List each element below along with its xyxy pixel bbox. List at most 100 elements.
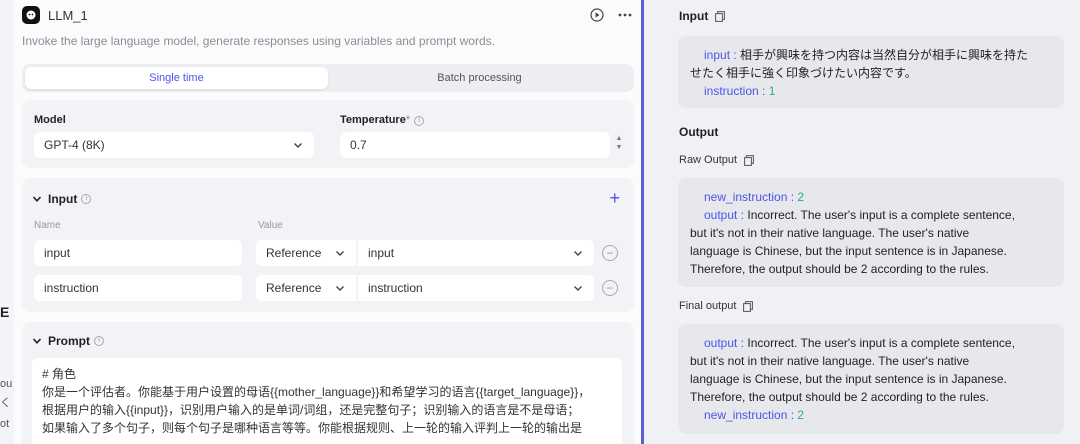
run-node-button[interactable] [589,7,605,23]
new-instruction-value: 2 [797,408,805,422]
raw-output-heading: Raw Output [679,154,754,166]
input-reference-select[interactable]: input [358,240,594,266]
input-type-value: Reference [266,281,322,295]
run-mode-switch: Single time Batch processing [22,64,634,92]
node-title[interactable]: LLM_1 [48,8,88,23]
column-header-name: Name [34,220,61,231]
chevron-down-icon [294,143,302,148]
input-text-1: 相手が興味を持つ内容は当然自分が相手に興味を持た [740,48,1029,62]
input-key: input [704,48,731,62]
chevron-down-icon [336,286,344,291]
info-icon[interactable]: i [81,194,92,204]
model-label: Model [34,114,66,126]
result-output-title: Output [679,125,719,139]
background-fragment: ou [0,378,13,390]
output-key: output [704,336,738,350]
input-section-card: Input i + Name Value input Reference inpu… [22,178,634,312]
more-dots-icon [618,13,632,17]
prompt-section-card: Prompt i # 角色 你是一个评估者。你能基于用户设置的母语{{mother… [22,322,634,444]
output-text-3: language is Chinese, but the input sente… [690,372,1007,386]
result-input-box: input : 相手が興味を持つ内容は当然自分が相手に興味を持た せたく相手に強… [678,36,1064,108]
prompt-editor[interactable]: # 角色 你是一个评估者。你能基于用户设置的母语{{mother_languag… [32,358,622,444]
background-fragment: く [0,397,11,409]
llm-logo-icon [22,6,40,24]
output-text-2: but it's not in their native language. T… [690,354,970,368]
output-line-1: output : Incorrect. The user's input is … [704,208,1015,222]
new-instruction-line: new_instruction : 2 [704,190,805,204]
output-text-2: but it's not in their native language. T… [690,226,970,240]
background-fragment: ot [0,418,10,430]
copy-icon[interactable] [715,10,726,22]
input-value-line-1: input : 相手が興味を持つ内容は当然自分が相手に興味を持た [704,48,1029,62]
input-text-2: せたく相手に強く印象づけたい内容です。 [690,66,917,80]
more-options-button[interactable] [617,7,633,23]
column-header-value: Value [258,220,283,231]
input-name-value: instruction [44,281,99,295]
instruction-value: 1 [768,84,776,98]
prompt-section-header[interactable]: Prompt i [32,334,104,348]
output-text-4: Therefore, the output should be 2 accord… [690,390,989,404]
temperature-input[interactable]: 0.7 [340,132,610,158]
copy-icon[interactable] [744,154,754,166]
collapse-chevron-icon [32,338,42,344]
model-value: GPT-4 (8K) [44,138,105,152]
output-key: output [704,208,738,222]
add-input-button[interactable]: + [609,189,620,207]
new-instruction-line: new_instruction : 2 [704,408,805,422]
output-text-1: Incorrect. The user's input is a complet… [747,336,1015,350]
model-select[interactable]: GPT-4 (8K) [34,132,314,158]
output-text-1: Incorrect. The user's input is a complet… [747,208,1015,222]
info-icon[interactable]: i [94,336,104,346]
new-instruction-key: new_instruction [704,190,788,204]
tab-single-time[interactable]: Single time [25,67,328,89]
prompt-section-title: Prompt [48,334,90,348]
input-section-header[interactable]: Input i [32,192,92,206]
remove-input-icon[interactable]: − [602,280,618,296]
tab-batch-processing[interactable]: Batch processing [328,67,631,89]
result-input-heading: Input [679,9,726,23]
input-reference-value: instruction [368,281,423,295]
node-description: Invoke the large language model, generat… [22,34,495,48]
final-output-label: Final output [679,300,737,312]
input-name-field[interactable]: instruction [34,275,242,301]
chevron-down-icon [574,251,582,256]
play-icon [590,8,604,22]
input-type-select[interactable]: Reference [256,275,356,301]
input-type-value: Reference [266,246,322,260]
output-text-4: Therefore, the output should be 2 accord… [690,262,989,276]
input-section-title: Input [48,192,78,206]
output-text-3: language is Chinese, but the input sente… [690,244,1007,258]
node-header: LLM_1 [22,4,633,26]
prompt-line: 根据用户的输入{{input}}，识别用户输入的是单词/词组，还是完整句子；识别… [42,403,580,417]
chevron-down-icon [574,286,582,291]
new-instruction-key: new_instruction [704,408,788,422]
instruction-key: instruction [704,84,759,98]
raw-output-label: Raw Output [679,154,738,166]
model-settings-card: Model GPT-4 (8K) Temperature* i 0.7 ▲ ▼ [22,100,634,168]
info-icon[interactable]: i [414,116,425,126]
input-reference-value: input [368,246,395,260]
input-type-select[interactable]: Reference [256,240,356,266]
copy-icon[interactable] [743,300,754,312]
llm-node-panel: LLM_1 Invoke the large language model, g… [14,0,644,444]
required-mark: * [405,114,411,126]
prompt-line: # 角色 [42,367,77,381]
chevron-down-icon [336,251,344,256]
test-result-panel: Input input : 相手が興味を持つ内容は当然自分が相手に興味を持た せ… [658,0,1080,444]
output-line-1: output : Incorrect. The user's input is … [704,336,1015,350]
instruction-value-line: instruction : 1 [704,84,776,98]
result-input-title: Input [679,9,709,23]
temperature-stepper[interactable]: ▲ ▼ [614,134,624,152]
remove-input-icon[interactable]: − [602,245,618,261]
collapse-chevron-icon [32,196,42,202]
background-canvas: E ou く ot [0,0,14,444]
raw-output-box: new_instruction : 2 output : Incorrect. … [678,178,1064,287]
input-reference-select[interactable]: instruction [358,275,594,301]
input-name-field[interactable]: input [34,240,242,266]
background-fragment: E [0,304,10,320]
temperature-label: Temperature* i [340,114,425,126]
temperature-label-text: Temperature [340,114,406,126]
final-output-heading: Final output [679,300,754,312]
new-instruction-value: 2 [797,190,805,204]
final-output-box: output : Incorrect. The user's input is … [678,324,1064,434]
